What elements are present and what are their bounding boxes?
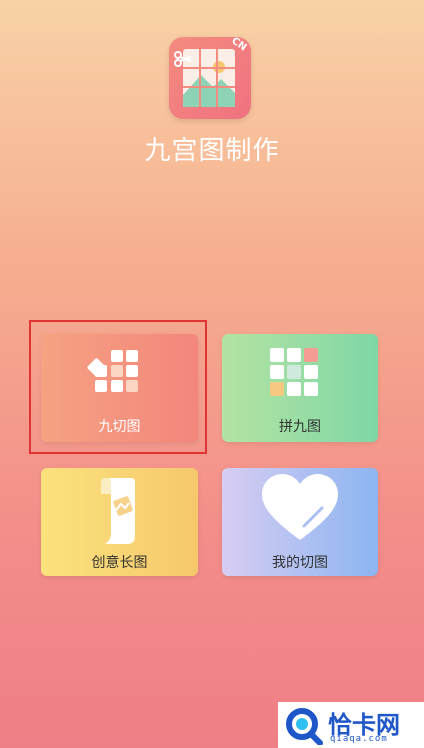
watermark-url: qiaqa.com [330, 734, 388, 744]
collage-label: 拼九图 [279, 419, 321, 435]
collage-card[interactable]: 拼九图 [222, 334, 378, 442]
nine-grid-collage-icon [270, 348, 318, 396]
highlight-box [29, 320, 207, 454]
app-logo: CN [169, 37, 251, 119]
magnifier-logo-icon [286, 708, 323, 745]
my-cuts-label: 我的切图 [272, 555, 328, 571]
my-cuts-card[interactable]: 我的切图 [222, 468, 378, 576]
long-image-card[interactable]: 创意长图 [41, 468, 198, 576]
long-image-label: 创意长图 [91, 555, 148, 571]
watermark: 恰卡网 qiaqa.com [278, 702, 424, 748]
scroll-image-icon [101, 478, 135, 544]
app-title: 九宫图制作 [144, 136, 280, 166]
heart-icon [262, 474, 338, 540]
